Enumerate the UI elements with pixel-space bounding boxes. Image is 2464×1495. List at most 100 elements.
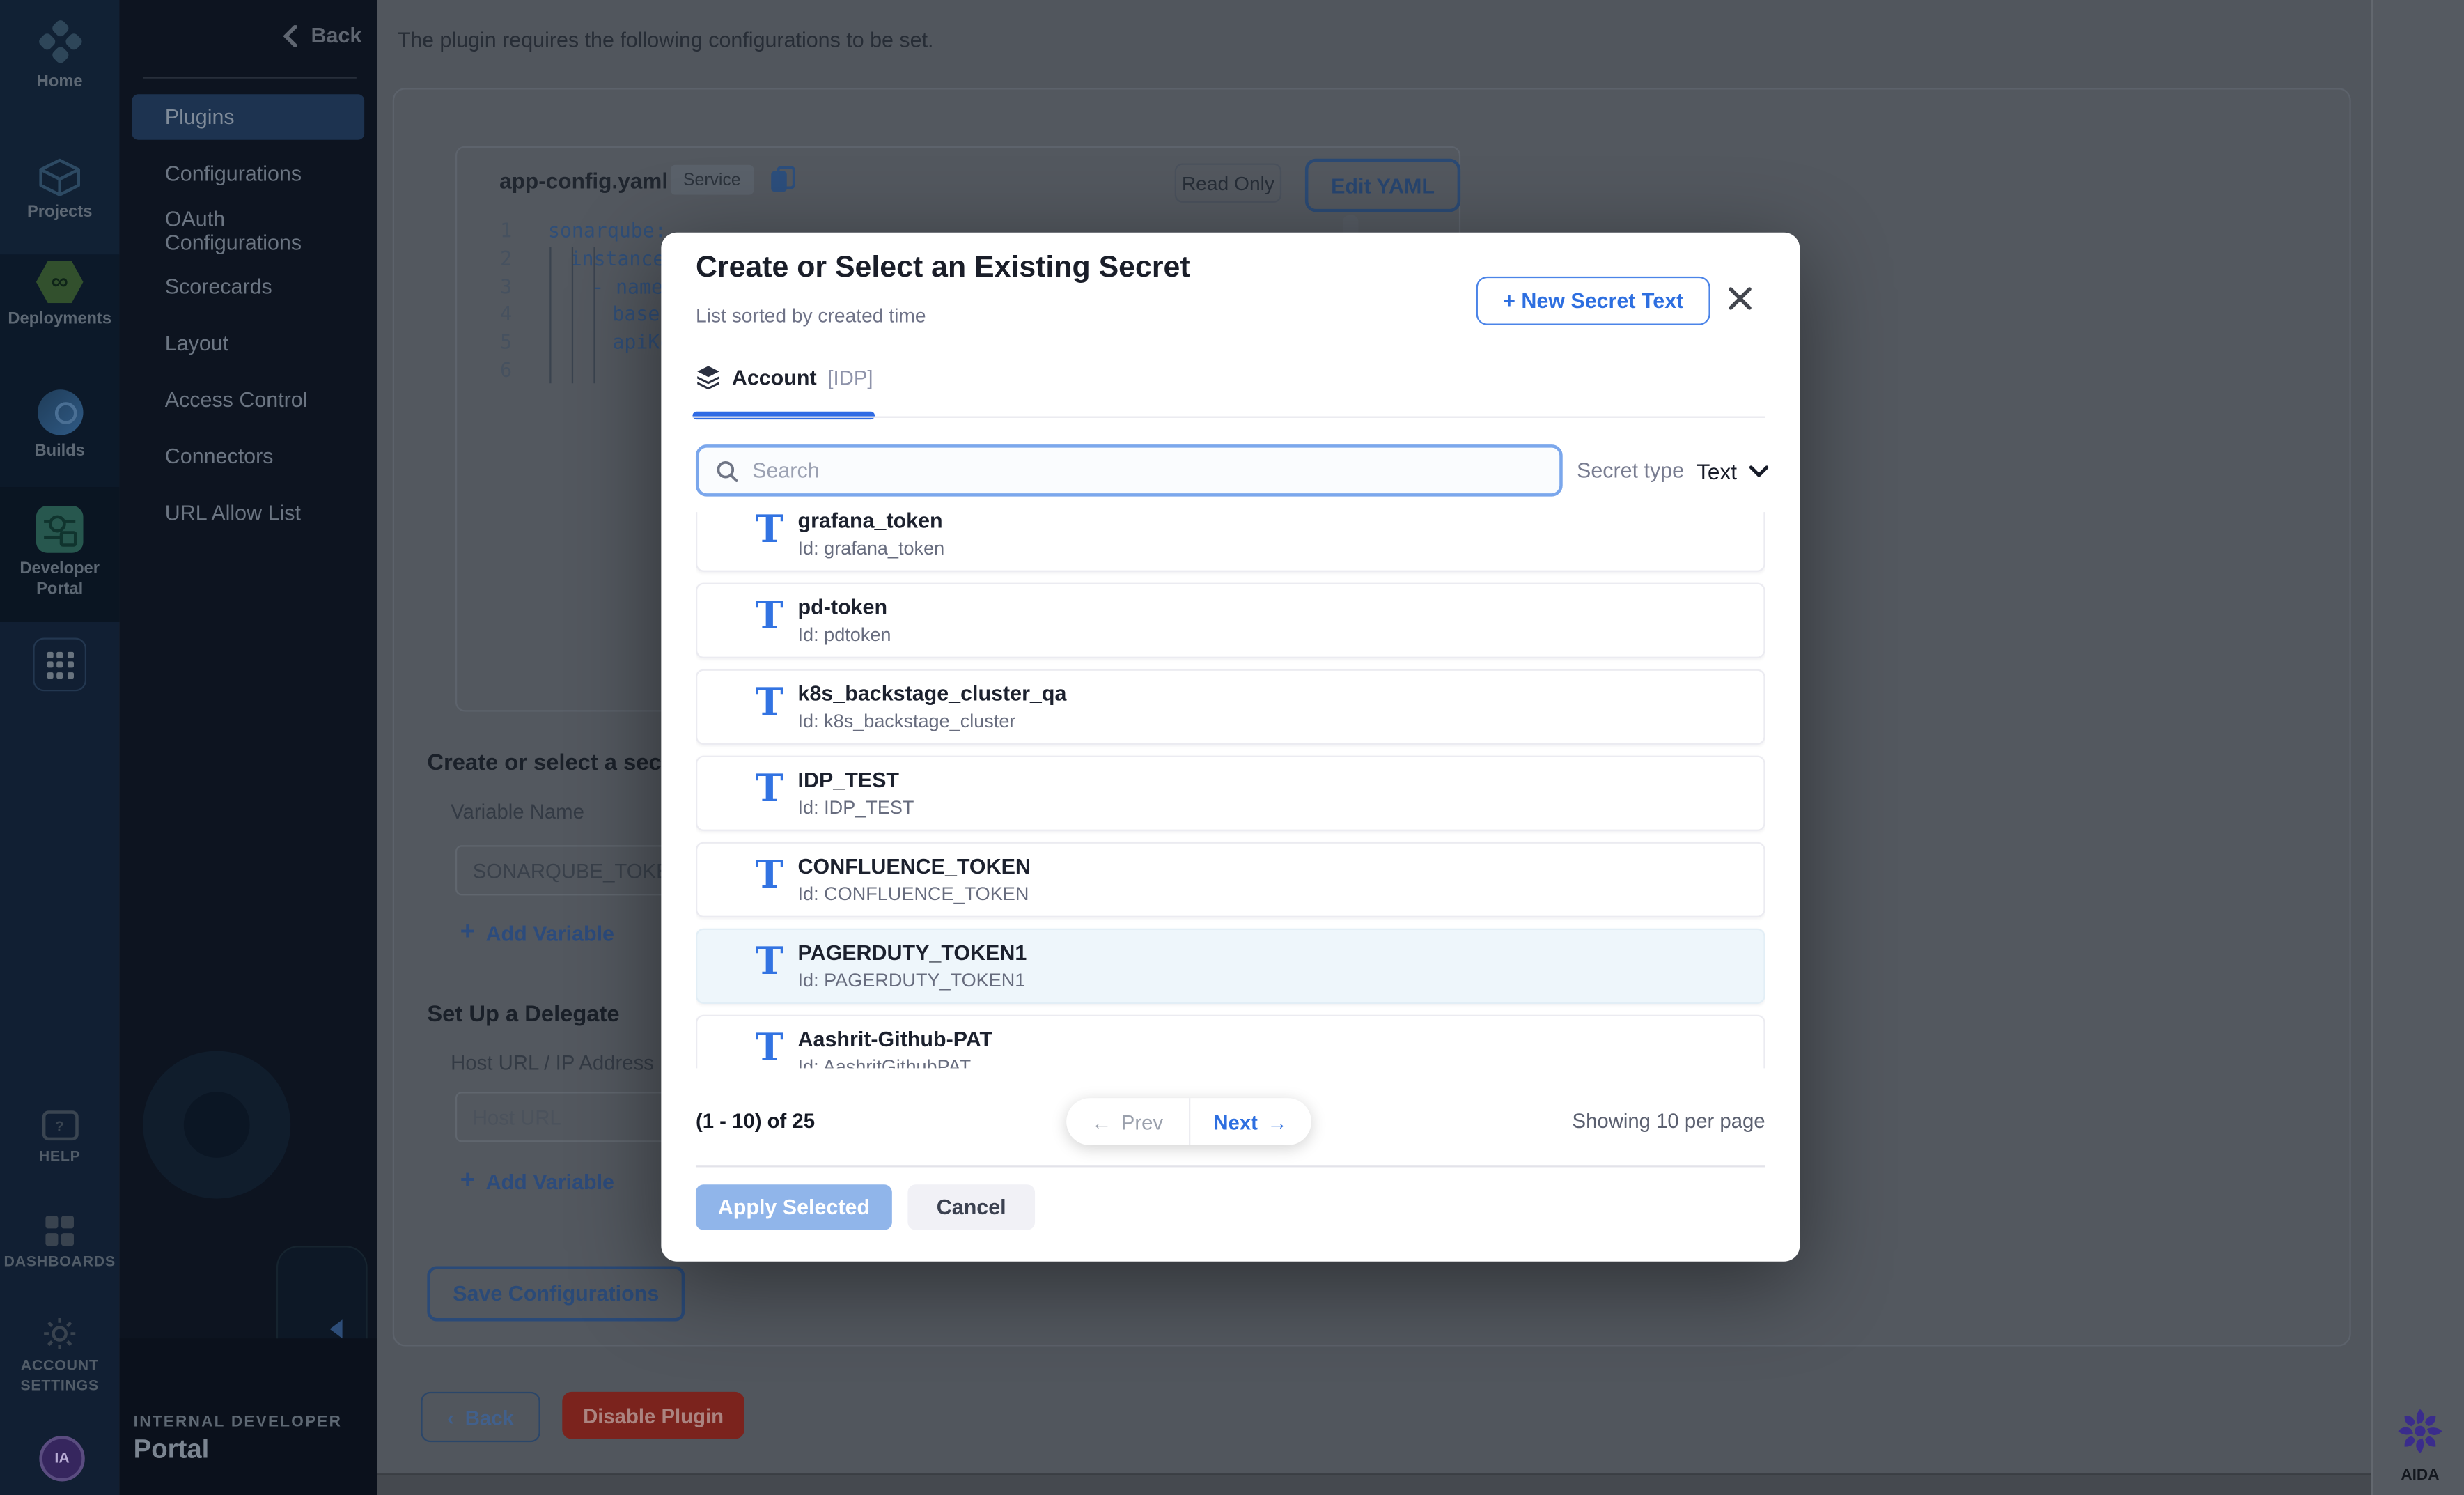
per-page-info: Showing 10 per page	[1325, 1109, 1765, 1133]
sidebar-item-url-allow-list[interactable]: URL Allow List	[132, 490, 364, 536]
sidebar-item-connectors[interactable]: Connectors	[132, 433, 364, 479]
user-avatar[interactable]: IA	[39, 1436, 84, 1481]
rail-item-developer-portal[interactable]: Developer Portal	[0, 506, 119, 600]
search-placeholder: Search	[752, 458, 819, 482]
rail-item-label: Deployments	[0, 309, 119, 330]
aida-icon	[2396, 1407, 2444, 1455]
rail-item-builds[interactable]: Builds	[0, 389, 119, 462]
help-icon: ?	[42, 1110, 78, 1140]
secret-name: k8s_backstage_cluster_qa	[798, 682, 1067, 706]
code-line: 1sonarqube:	[471, 217, 677, 245]
code-line: 3- name	[471, 272, 677, 300]
apply-selected-button[interactable]: Apply Selected	[696, 1184, 892, 1230]
indent-guide	[571, 247, 572, 383]
sidebar-item-label: Plugins	[165, 105, 235, 129]
sidebar-item-label: Layout	[165, 332, 228, 355]
sidebar-item-label: Scorecards	[165, 275, 272, 299]
secret-name: Aashrit-Github-PAT	[798, 1028, 993, 1051]
host-url-label: Host URL / IP Address	[451, 1051, 654, 1075]
sidebar-item-label: Connectors	[165, 444, 274, 468]
indent-guide	[593, 247, 594, 383]
sidebar-item-label: URL Allow List	[165, 501, 301, 525]
sidebar-item-configurations[interactable]: Configurations	[132, 150, 364, 196]
secret-row-confluence-token[interactable]: T CONFLUENCE_TOKEN Id: CONFLUENCE_TOKEN	[696, 842, 1765, 917]
secret-row-aashrit-github-pat[interactable]: T Aashrit-Github-PAT Id: AashritGithubPA…	[696, 1015, 1765, 1069]
close-icon[interactable]	[1728, 286, 1753, 311]
add-variable-button[interactable]: + Add Variable	[460, 919, 614, 947]
search-icon	[716, 460, 738, 482]
sidebar-item-scorecards[interactable]: Scorecards	[132, 264, 364, 309]
grid-icon	[47, 651, 73, 678]
secret-row-grafana-token[interactable]: T grafana_token Id: grafana_token	[696, 512, 1765, 572]
secret-list: T grafana_token Id: grafana_token T pd-t…	[696, 512, 1765, 1068]
sidebar-collapse-icon[interactable]	[330, 1319, 343, 1338]
rail-item-deployments[interactable]: ∞ Deployments	[0, 261, 119, 330]
rail-item-account-settings[interactable]: ACCOUNT SETTINGS	[0, 1317, 119, 1397]
sidebar-item-access-control[interactable]: Access Control	[132, 377, 364, 422]
add-variable-label: Add Variable	[486, 1170, 614, 1193]
rail-item-label: Projects	[0, 203, 119, 223]
rail-item-label: HELP	[0, 1147, 119, 1167]
dialog-title: Create or Select an Existing Secret	[696, 251, 1190, 286]
rail-item-label: Home	[0, 72, 119, 93]
back-label: Back	[311, 24, 361, 47]
next-label: Next	[1213, 1110, 1258, 1133]
rail-item-help[interactable]: ? HELP	[0, 1110, 119, 1167]
next-page-button[interactable]: Next →	[1190, 1098, 1311, 1145]
text-secret-icon: T	[756, 683, 783, 721]
rail-item-label: DASHBOARDS	[0, 1251, 119, 1271]
bottom-scrollbar-band[interactable]	[377, 1473, 2371, 1495]
sidebar-item-layout[interactable]: Layout	[132, 320, 364, 366]
secret-row-pd-token[interactable]: T pd-token Id: pdtoken	[696, 583, 1765, 658]
secret-id: Id: k8s_backstage_cluster	[798, 710, 1016, 732]
code-line: 4baseU	[471, 300, 677, 328]
new-secret-text-button[interactable]: + New Secret Text	[1476, 277, 1710, 325]
disable-plugin-button[interactable]: Disable Plugin	[562, 1392, 744, 1439]
edit-yaml-label: Edit YAML	[1331, 173, 1435, 197]
aida-button[interactable]: AIDA	[2395, 1407, 2445, 1484]
yaml-editor[interactable]: 1sonarqube: 2instances 3- name 4baseU 5a…	[471, 217, 677, 383]
add-variable-button-2[interactable]: + Add Variable	[460, 1167, 614, 1195]
secret-row-k8s-backstage-cluster-qa[interactable]: T k8s_backstage_cluster_qa Id: k8s_backs…	[696, 669, 1765, 745]
tab-label: Account	[732, 365, 817, 389]
sidebar-item-label: Access Control	[165, 388, 308, 412]
plus-icon: +	[460, 1167, 475, 1195]
back-button[interactable]: ‹ Back	[421, 1392, 540, 1442]
secret-name: pd-token	[798, 596, 888, 619]
home-icon	[36, 18, 83, 65]
indent-guide	[549, 247, 550, 383]
secret-row-idp-test[interactable]: T IDP_TEST Id: IDP_TEST	[696, 756, 1765, 831]
prev-page-button[interactable]: ← Prev	[1066, 1098, 1188, 1145]
edit-yaml-button[interactable]: Edit YAML	[1305, 159, 1460, 212]
sidebar-item-label: Configurations	[165, 162, 302, 185]
prev-label: Prev	[1121, 1110, 1163, 1133]
back-button-label: Back	[465, 1405, 514, 1429]
chevron-left-icon	[283, 24, 297, 47]
save-configurations-button[interactable]: Save Configurations	[427, 1267, 685, 1322]
right-rail: AIDA	[2371, 0, 2464, 1495]
disable-plugin-label: Disable Plugin	[583, 1404, 724, 1427]
rail-item-projects[interactable]: Projects	[0, 157, 119, 224]
rail-item-home[interactable]: Home	[0, 25, 119, 93]
avatar-initials: IA	[39, 1436, 84, 1481]
secret-id: Id: pdtoken	[798, 623, 891, 646]
search-input[interactable]: Search	[696, 444, 1563, 496]
secret-row-pagerduty-token1[interactable]: T PAGERDUTY_TOKEN1 Id: PAGERDUTY_TOKEN1	[696, 929, 1765, 1004]
rail-item-dashboards[interactable]: DASHBOARDS	[0, 1216, 119, 1271]
read-only-button[interactable]: Read Only	[1175, 164, 1281, 203]
sidebar-item-oauth-configurations[interactable]: OAuth Configurations	[132, 208, 364, 253]
cancel-button[interactable]: Cancel	[907, 1184, 1035, 1230]
sidebar-item-plugins[interactable]: Plugins	[132, 94, 364, 139]
code-line: 6	[471, 356, 677, 384]
secret-id: Id: PAGERDUTY_TOKEN1	[798, 969, 1026, 991]
tab-account-idp[interactable]: Account [IDP]	[696, 364, 873, 389]
secret-select-dialog: Create or Select an Existing Secret List…	[661, 233, 1800, 1262]
read-only-label: Read Only	[1182, 172, 1274, 194]
deployments-icon: ∞	[36, 261, 84, 303]
copy-icon[interactable]	[770, 165, 796, 195]
secret-name: CONFLUENCE_TOKEN	[798, 855, 1031, 878]
module-picker-button[interactable]	[33, 638, 86, 692]
secret-type-dropdown[interactable]: Secret type Text	[1538, 444, 1768, 496]
sidebar-back-button[interactable]: Back	[283, 24, 361, 47]
arrow-left-icon: ←	[1091, 1110, 1112, 1133]
